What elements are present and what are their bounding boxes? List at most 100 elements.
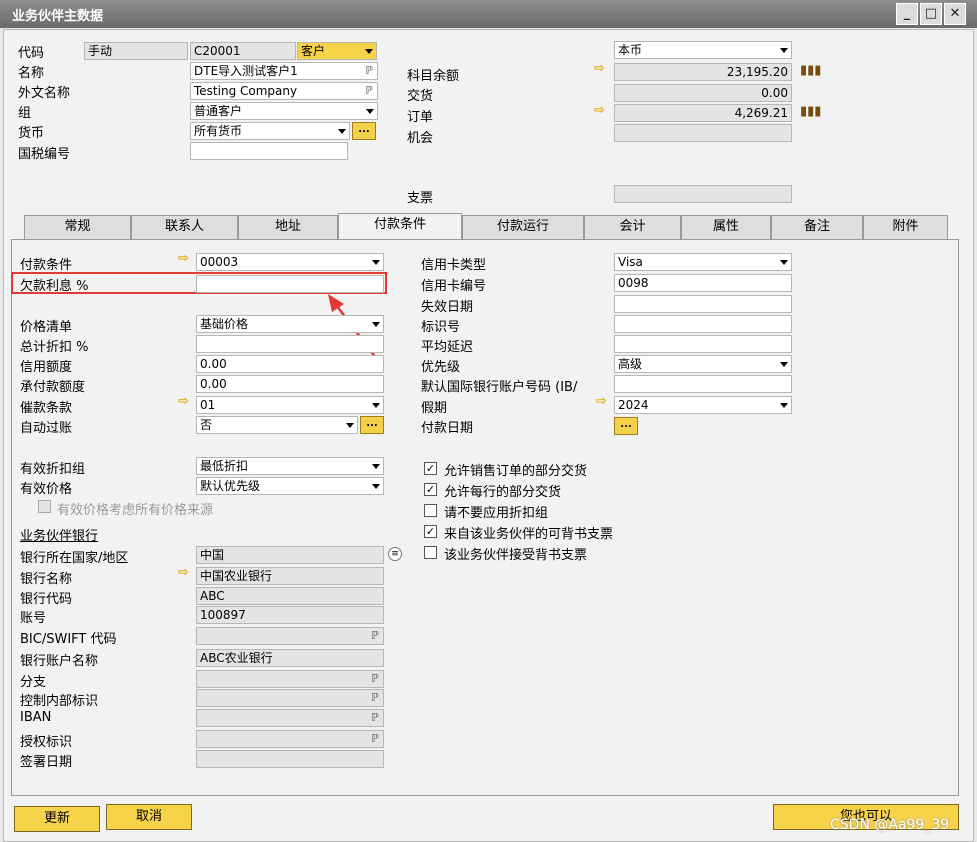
pin-icon: ℙ [365,84,373,97]
check-icon: ✓ [425,483,436,496]
chevron-down-icon [365,49,373,54]
commit-limit-field[interactable]: 0.00 [196,375,384,393]
price-list-select[interactable]: 基础价格 [196,315,384,333]
currency-label: 货币 [18,126,45,141]
interest-label: 欠款利息 % [20,279,89,294]
name-field[interactable]: DTE导入测试客户1 ℙ [190,62,378,80]
close-button[interactable]: ✕ [944,3,966,25]
link-arrow-icon[interactable]: ⇨ [594,61,605,76]
group-select[interactable]: 普通客户 [190,102,378,120]
opportunity-field [614,124,792,142]
tab-remarks[interactable]: 备注 [771,215,863,239]
bar-chart-icon[interactable]: ▮▮▮ [800,104,821,119]
bar-chart-icon[interactable]: ▮▮▮ [800,63,821,78]
holiday-label: 假期 [421,401,448,416]
check-icon: ✓ [425,462,436,475]
mandate-field: ℙ [196,730,384,748]
code-mode-field[interactable]: 手动 [84,42,188,60]
chevron-down-icon [372,403,380,408]
check-no-discount-label: 请不要应用折扣组 [444,506,549,521]
tab-payment-run[interactable]: 付款运行 [462,215,584,239]
priority-label: 优先级 [421,360,461,375]
tab-addresses[interactable]: 地址 [238,215,338,239]
watermark: CSDN @Aa99_39 [830,817,950,833]
chevron-down-icon [346,423,354,428]
acct-name-field: ABC农业银行 [196,649,384,667]
link-arrow-icon[interactable]: ⇨ [596,394,607,409]
account-field: 100897 [196,606,384,624]
foreign-name-field[interactable]: Testing Company ℙ [190,82,378,100]
currency-select[interactable]: 所有货币 [190,122,350,140]
link-arrow-icon[interactable]: ⇨ [178,565,189,580]
bank-code-field: ABC [196,587,384,605]
iban-default-field[interactable] [614,375,792,393]
eff-price-select[interactable]: 默认优先级 [196,477,384,495]
id-field[interactable] [614,315,792,333]
total-discount-field[interactable] [196,335,384,353]
iban-label: IBAN [20,710,52,725]
priority-select[interactable]: 高级 [614,355,792,373]
cc-no-field[interactable]: 0098 [614,274,792,292]
acct-name-label: 银行账户名称 [20,654,99,669]
maximize-button[interactable]: □ [920,3,942,25]
tax-field[interactable] [190,142,348,160]
pin-icon: ℙ [371,711,379,724]
cancel-button[interactable]: 取消 [106,804,192,830]
bank-name-label: 银行名称 [20,572,73,587]
link-arrow-icon[interactable]: ⇨ [594,103,605,118]
check-endorsable-label: 来自该业务伙伴的可背书支票 [444,527,614,542]
update-button[interactable]: 更新 [14,806,100,832]
tab-attachments[interactable]: 附件 [863,215,948,239]
branch-label: 分支 [20,675,47,690]
eff-price-all-label: 有效价格考虑所有价格来源 [57,503,214,518]
tab-contacts[interactable]: 联系人 [131,215,238,239]
currency-browse-button[interactable]: ... [352,122,376,140]
tab-payment-terms[interactable]: 付款条件 [338,213,462,239]
bp-type-select[interactable]: 客户 [297,42,377,60]
credit-limit-field[interactable]: 0.00 [196,355,384,373]
currency-scope-select[interactable]: 本币 [614,41,792,59]
pay-date-browse-button[interactable]: ... [614,417,638,435]
bank-country-field: 中国 [196,546,384,564]
eff-disc-group-select[interactable]: 最低折扣 [196,457,384,475]
pay-terms-select[interactable]: 00003 [196,253,384,271]
check-accept-endorsed-checkbox[interactable] [424,546,437,559]
price-list-label: 价格清单 [20,320,73,335]
auto-post-browse-button[interactable]: ... [360,416,384,434]
expiry-field[interactable] [614,295,792,313]
avg-delay-field[interactable] [614,335,792,353]
check-endorsable-checkbox[interactable]: ✓ [424,525,437,538]
list-icon[interactable]: ≡ [388,547,402,561]
window-title: 业务伙伴主数据 [12,9,104,24]
minimize-button[interactable]: _ [896,3,918,25]
pin-icon: ℙ [371,672,379,685]
auto-post-select[interactable]: 否 [196,416,358,434]
eff-price-all-checkbox[interactable] [38,500,51,513]
foreign-name-label: 外文名称 [18,86,71,101]
check-partial-order-checkbox[interactable]: ✓ [424,462,437,475]
cc-type-select[interactable]: Visa [614,253,792,271]
balance-field: 23,195.20 [614,63,792,81]
link-arrow-icon[interactable]: ⇨ [178,394,189,409]
chevron-down-icon [780,48,788,53]
dunning-select[interactable]: 01 [196,396,384,414]
tab-accounting[interactable]: 会计 [584,215,681,239]
check-no-discount-checkbox[interactable] [424,504,437,517]
link-arrow-icon[interactable]: ⇨ [178,251,189,266]
check-partial-row-checkbox[interactable]: ✓ [424,483,437,496]
expiry-label: 失效日期 [421,300,474,315]
id-label: 标识号 [421,320,461,335]
chevron-down-icon [372,484,380,489]
sign-date-label: 签署日期 [20,755,73,770]
group-label: 组 [18,106,32,121]
eff-disc-group-label: 有效折扣组 [20,462,86,477]
pin-icon: ℙ [371,629,379,642]
holiday-select[interactable]: 2024 [614,396,792,414]
tab-general[interactable]: 常规 [24,215,131,239]
tab-properties[interactable]: 属性 [681,215,771,239]
chevron-down-icon [780,362,788,367]
code-field[interactable]: C20001 [190,42,296,60]
cheque-label: 支票 [407,191,434,206]
order-field: 4,269.21 [614,104,792,122]
chevron-down-icon [372,260,380,265]
